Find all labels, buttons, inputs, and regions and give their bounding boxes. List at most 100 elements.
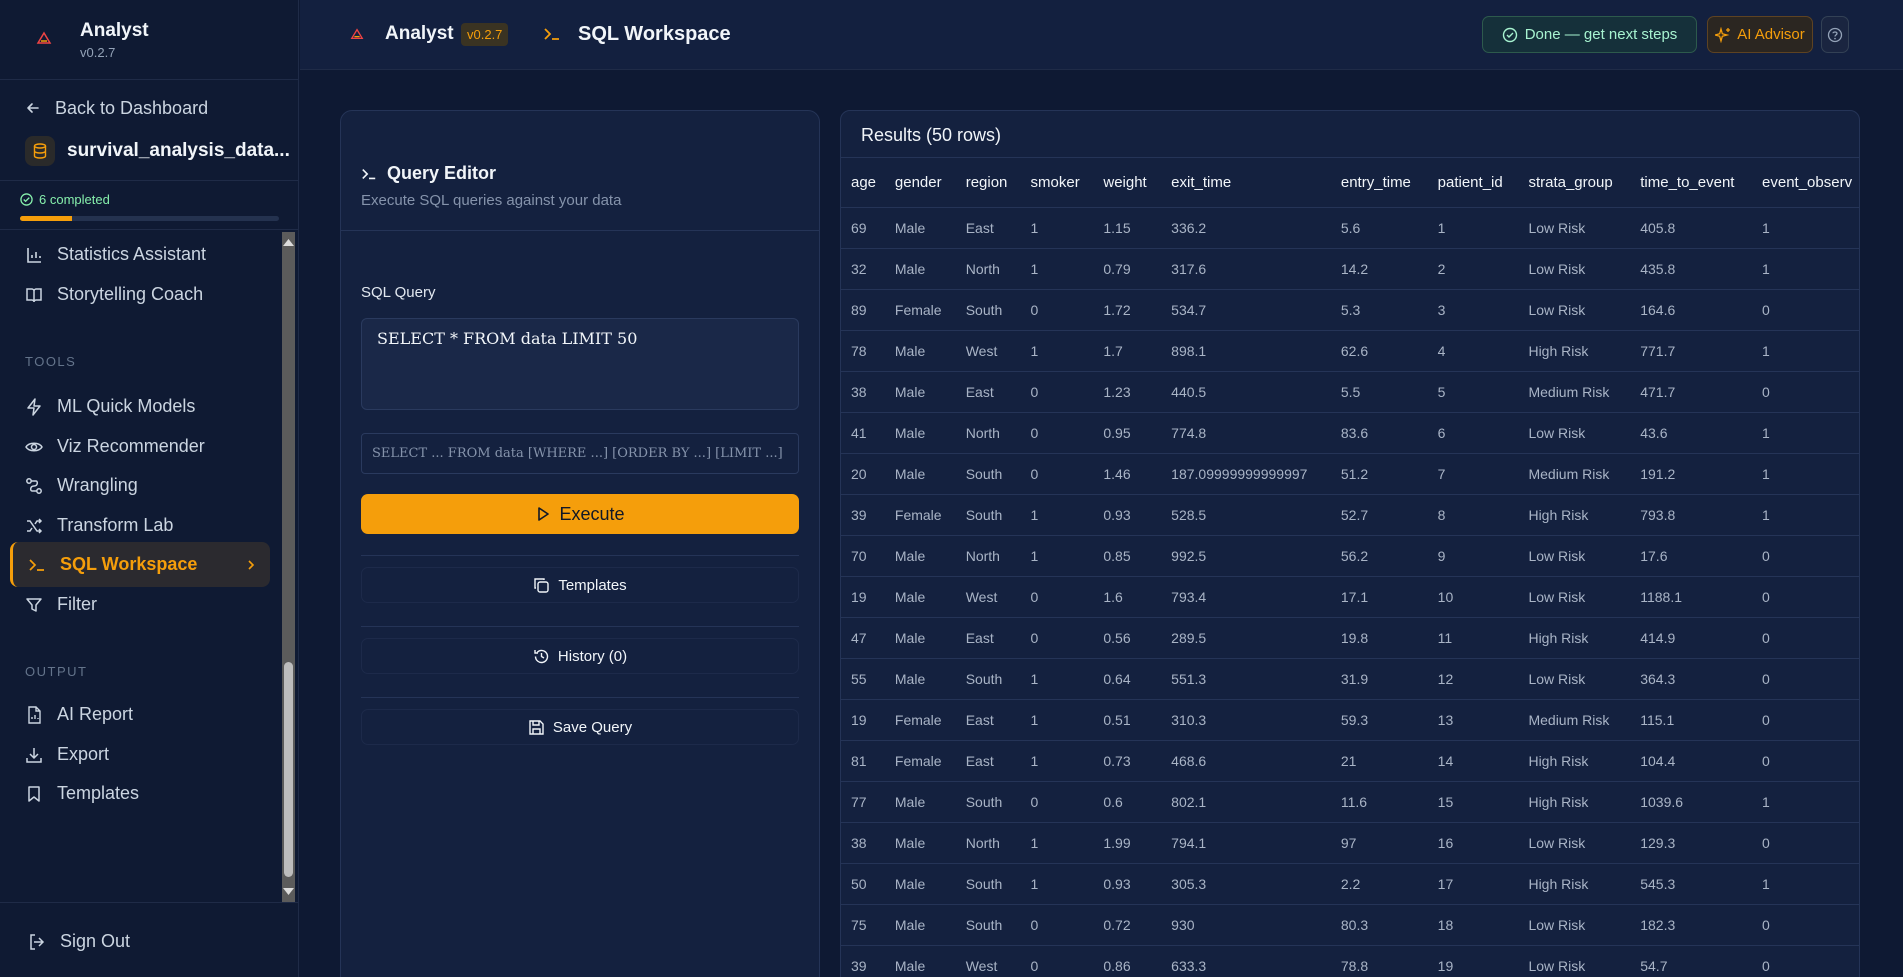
dataset-selector[interactable]: survival_analysis_data... (25, 136, 290, 166)
sidebar-item-storytelling-coach[interactable]: Storytelling Coach (10, 272, 270, 317)
editor-header: Query Editor Execute SQL queries against… (341, 111, 819, 231)
progress-fill (20, 216, 72, 221)
table-cell: 0.6 (1093, 781, 1162, 823)
table-row: 41 Male North 0 0.95 774.8 83.6 6 Low Risk 43.6 1 (841, 412, 1859, 454)
table-row: 20 Male South 0 1.46 187.09999999999997 51.2 7 M… (841, 453, 1859, 495)
table-row: 39 Female South 1 0.93 528.5 52.7 8 High Risk 793… (841, 494, 1859, 536)
table-cell: High Risk (1518, 740, 1631, 782)
table-cell: 54.7 (1630, 945, 1753, 977)
column-header[interactable]: weight (1093, 158, 1162, 208)
table-cell: 81 (841, 740, 885, 782)
done-next-steps-button[interactable]: Done — get next steps (1482, 16, 1697, 53)
terminal-icon (29, 558, 44, 571)
sidebar-item-ml-quick-models[interactable]: ML Quick Models (10, 384, 270, 429)
sidebar-item-statistics-assistant[interactable]: Statistics Assistant (10, 232, 270, 277)
table-cell: 1 (1020, 248, 1094, 290)
column-header[interactable]: exit_time (1161, 158, 1331, 208)
column-header[interactable]: strata_group (1518, 158, 1631, 208)
signout-section: Sign Out (0, 902, 299, 977)
help-button[interactable] (1821, 16, 1849, 53)
table-cell: 992.5 (1161, 535, 1331, 577)
scroll-thumb[interactable] (284, 662, 293, 877)
table-cell: 1 (1020, 330, 1094, 372)
table-row: 70 Male North 1 0.85 992.5 56.2 9 Low Risk 17.6 0 (841, 535, 1859, 577)
table-cell: North (955, 248, 1021, 290)
save-query-button[interactable]: Save Query (361, 709, 799, 745)
table-cell: 77 (841, 781, 885, 823)
column-header[interactable]: age (841, 158, 885, 208)
table-cell: Low Risk (1518, 822, 1631, 864)
sign-out-button[interactable]: Sign Out (28, 931, 130, 952)
table-cell: East (955, 740, 1021, 782)
terminal-icon (544, 28, 559, 40)
table-cell: 115.1 (1630, 699, 1753, 741)
table-cell: South (955, 289, 1021, 331)
table-cell: Male (884, 453, 956, 495)
column-header[interactable]: entry_time (1330, 158, 1428, 208)
filter-icon (26, 597, 42, 612)
sidebar-item-templates[interactable]: Templates (10, 771, 270, 816)
report-icon (28, 705, 41, 724)
column-header[interactable]: region (955, 158, 1021, 208)
table-cell: 69 (841, 207, 885, 249)
table-cell: 1 (1020, 863, 1094, 905)
done-label: Done — get next steps (1524, 26, 1678, 43)
table-cell: 534.7 (1161, 289, 1331, 331)
table-cell: 414.9 (1630, 617, 1753, 659)
table-cell: Low Risk (1518, 289, 1631, 331)
table-cell: 440.5 (1161, 371, 1331, 413)
table-row: 32 Male North 1 0.79 317.6 14.2 2 Low Risk 435.8 1 (841, 248, 1859, 290)
sidebar: Analyst v0.2.7 Back to Dashboard surviva… (0, 0, 299, 977)
table-cell: 1 (1020, 699, 1094, 741)
table-cell: 1 (1427, 207, 1519, 249)
sidebar-item-label: Storytelling Coach (57, 284, 204, 304)
eye-icon (25, 442, 43, 451)
table-cell: Male (884, 617, 956, 659)
dataset-name: survival_analysis_data... (67, 140, 290, 161)
column-header[interactable]: event_observ (1752, 158, 1859, 208)
table-cell: South (955, 781, 1021, 823)
sidebar-item-ai-report[interactable]: AI Report (10, 692, 270, 737)
back-to-dashboard-link[interactable]: Back to Dashboard (25, 96, 208, 120)
column-header[interactable]: gender (884, 158, 956, 208)
table-cell: 0 (1020, 945, 1094, 977)
table-cell: 0.93 (1093, 494, 1162, 536)
sidebar-item-wrangling[interactable]: Wrangling (10, 463, 270, 508)
arrow-left-icon (27, 103, 39, 113)
scroll-down-arrow-icon[interactable] (282, 886, 295, 898)
table-cell: 187.09999999999997 (1161, 453, 1331, 495)
table-cell: South (955, 494, 1021, 536)
sql-query-label: SQL Query (361, 284, 436, 301)
table-cell: 55 (841, 658, 885, 700)
table-cell: High Risk (1518, 494, 1631, 536)
table-cell: 5 (1427, 371, 1519, 413)
column-header[interactable]: smoker (1020, 158, 1094, 208)
sidebar-item-sql-workspace[interactable]: SQL Workspace (10, 542, 270, 587)
copy-icon (534, 577, 550, 593)
scroll-up-arrow-icon[interactable] (282, 236, 295, 248)
table-row: 81 Female East 1 0.73 468.6 21 14 High Risk 104.4… (841, 740, 1859, 782)
sidebar-item-label: Viz Recommender (57, 436, 205, 456)
table-cell: 0 (1020, 576, 1094, 618)
table-cell: Female (884, 494, 956, 536)
sidebar-item-filter[interactable]: Filter (10, 582, 270, 627)
table-cell: 38 (841, 371, 885, 413)
sidebar-scrollbar[interactable] (282, 232, 295, 902)
table-cell: 1.72 (1093, 289, 1162, 331)
execute-button[interactable]: Execute (361, 494, 799, 534)
column-header[interactable]: patient_id (1427, 158, 1519, 208)
sql-syntax-hint-input[interactable] (361, 433, 799, 474)
column-header[interactable]: time_to_event (1630, 158, 1753, 208)
table-cell: Female (884, 740, 956, 782)
table-cell: 0.95 (1093, 412, 1162, 454)
editor-title: Query Editor (361, 163, 496, 184)
table-cell: 528.5 (1161, 494, 1331, 536)
history-button[interactable]: History (0) (361, 638, 799, 674)
table-cell: 0.56 (1093, 617, 1162, 659)
sql-query-textarea[interactable] (361, 318, 799, 410)
table-cell: Low Risk (1518, 248, 1631, 290)
table-cell: 1 (1752, 453, 1859, 495)
ai-advisor-button[interactable]: AI Advisor (1707, 16, 1813, 53)
templates-button[interactable]: Templates (361, 567, 799, 603)
table-cell: 21 (1330, 740, 1428, 782)
